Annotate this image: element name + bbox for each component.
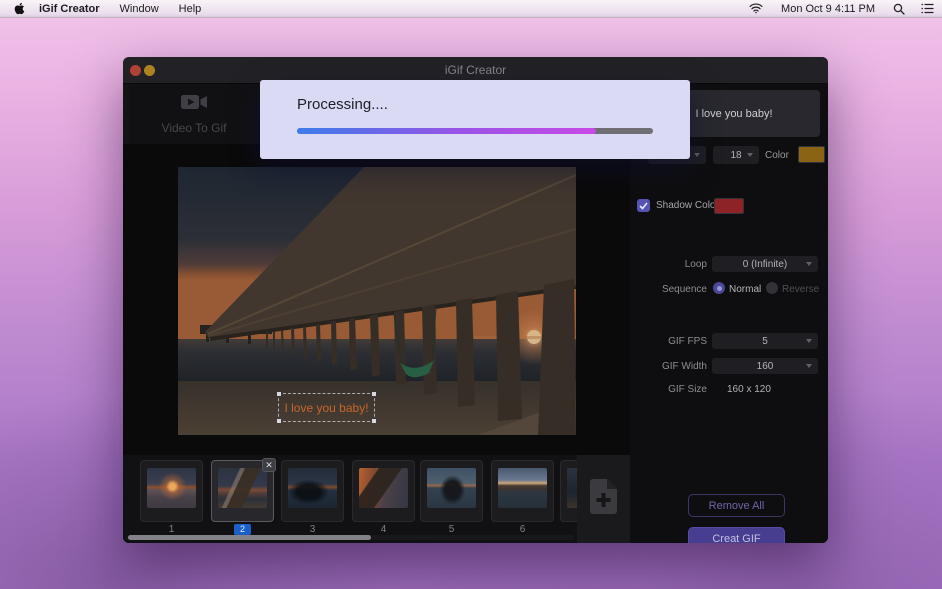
color-label: Color [765, 150, 789, 161]
tab-video-to-gif[interactable]: Video To Gif [129, 84, 259, 144]
chevron-down-icon [806, 262, 812, 266]
gif-size-label: GIF Size [660, 384, 707, 395]
gif-fps-dropdown[interactable]: 5 [712, 333, 818, 349]
menu-item-window[interactable]: Window [120, 3, 159, 15]
gif-width-value: 160 [757, 361, 774, 372]
gif-size-value: 160 x 120 [727, 384, 771, 395]
frame-thumbnail-6[interactable] [491, 460, 554, 522]
sequence-label: Sequence [660, 284, 707, 295]
frame-number: 5 [420, 524, 483, 535]
remove-frame-icon[interactable]: ✕ [262, 458, 276, 472]
gif-fps-label: GIF FPS [664, 336, 707, 347]
search-icon[interactable] [893, 3, 905, 15]
thumbnail-image [218, 468, 267, 508]
selection-handle[interactable] [372, 392, 376, 396]
remove-all-button[interactable]: Remove All [688, 494, 785, 517]
desktop: iGif Creator Window Help Mon Oct 9 4:11 … [0, 0, 942, 589]
shadow-color-checkbox[interactable] [637, 199, 650, 212]
progress-bar-track [297, 128, 653, 134]
chevron-down-icon [694, 153, 700, 157]
frame-number: 6 [491, 524, 554, 535]
menu-item-help[interactable]: Help [179, 3, 202, 15]
preview-area: I love you baby! [123, 144, 630, 455]
menu-app-name[interactable]: iGif Creator [39, 3, 100, 15]
frame-number: 4 [352, 524, 415, 535]
filmstrip-scrollbar-thumb[interactable] [128, 535, 371, 540]
pier-sunset-photo [178, 167, 576, 435]
frame-thumbnail-2-selected[interactable]: ✕ [211, 460, 274, 522]
filmstrip-scrollbar-track[interactable] [126, 535, 574, 540]
font-size-value: 18 [730, 150, 741, 161]
selection-handle[interactable] [277, 419, 281, 423]
chevron-down-icon [806, 339, 812, 343]
text-color-swatch[interactable] [798, 146, 825, 163]
tab-video-to-gif-label: Video To Gif [162, 121, 227, 135]
menu-bar: iGif Creator Window Help Mon Oct 9 4:11 … [0, 0, 942, 18]
add-file-icon[interactable] [590, 479, 617, 519]
loop-label: Loop [672, 259, 707, 270]
sequence-normal-radio[interactable] [713, 282, 725, 294]
selected-frame-badge: 2 [234, 524, 251, 535]
loop-value: 0 (Infinite) [743, 259, 787, 270]
thumbnail-image [288, 468, 337, 508]
window-title: iGif Creator [123, 63, 828, 77]
frame-thumbnail-5[interactable] [420, 460, 483, 522]
thumbnail-image [498, 468, 547, 508]
sequence-reverse-label: Reverse [782, 284, 819, 295]
overlay-text: I love you baby! [284, 401, 368, 415]
selection-handle[interactable] [277, 392, 281, 396]
preview-frame: I love you baby! [178, 167, 576, 435]
chevron-down-icon [747, 153, 753, 157]
frame-number: 3 [281, 524, 344, 535]
selection-handle[interactable] [372, 419, 376, 423]
progress-fill [297, 128, 596, 134]
chevron-down-icon [806, 364, 812, 368]
video-camera-icon [181, 94, 207, 115]
create-gif-button[interactable]: Creat GIF [688, 527, 785, 543]
gif-width-dropdown[interactable]: 160 [712, 358, 818, 374]
app-window: iGif Creator Video To Gif [123, 57, 828, 543]
menubar-clock[interactable]: Mon Oct 9 4:11 PM [781, 3, 875, 15]
font-size-dropdown[interactable]: 18 [713, 146, 759, 164]
wifi-icon[interactable] [749, 3, 763, 14]
gif-fps-value: 5 [762, 336, 768, 347]
shadow-color-label: Shadow Color [656, 200, 719, 211]
sequence-reverse-radio[interactable] [766, 282, 778, 294]
apple-menu-icon[interactable] [14, 2, 25, 15]
sequence-normal-label: Normal [729, 284, 761, 295]
processing-message: Processing.... [297, 96, 388, 113]
notification-list-icon[interactable] [921, 3, 934, 14]
add-frames-panel [577, 455, 630, 543]
frame-number-selected: 2 [211, 524, 274, 535]
thumbnail-image [147, 468, 196, 508]
thumbnail-image [359, 468, 408, 508]
frame-thumbnail-3[interactable] [281, 460, 344, 522]
frame-thumbnail-4[interactable] [352, 460, 415, 522]
thumbnail-image [427, 468, 476, 508]
loop-dropdown[interactable]: 0 (Infinite) [712, 256, 818, 272]
frame-thumbnail-1[interactable] [140, 460, 203, 522]
shadow-color-swatch[interactable] [714, 198, 744, 214]
processing-dialog: Processing.... [260, 80, 690, 159]
frame-number: 1 [140, 524, 203, 535]
check-icon [639, 202, 648, 210]
text-overlay-selection[interactable]: I love you baby! [278, 393, 375, 422]
gif-width-label: GIF Width [656, 361, 707, 372]
